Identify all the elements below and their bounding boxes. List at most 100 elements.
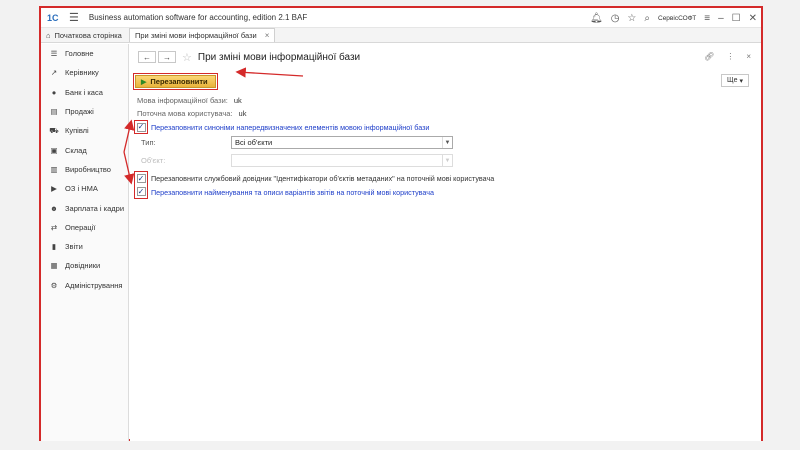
refill-synonyms-label[interactable]: Перезаповнити синоніми напередвизначених… — [151, 123, 429, 132]
tab-active-label: При зміні мови інформаційної бази — [135, 31, 257, 40]
window-title: Business automation software for account… — [88, 13, 308, 22]
tab-language-change[interactable]: При зміні мови інформаційної бази × — [129, 28, 276, 42]
forward-button[interactable]: → — [158, 51, 176, 63]
link-icon[interactable]: 🔗︎ — [704, 52, 714, 61]
sidebar-item-admin[interactable]: ⚙ Адміністрування — [41, 276, 128, 295]
user-name[interactable]: СервісСОФТ — [658, 15, 696, 22]
cart-icon: ⛟ — [49, 125, 59, 135]
object-label: Об'єкт: — [141, 156, 166, 165]
sidebar-item-assets[interactable]: ▶ ОЗ і НМА — [41, 179, 128, 198]
more-vertical-icon[interactable]: ⋮ — [726, 52, 734, 61]
object-field-row: Об'єкт: ▼ — [141, 154, 453, 167]
sidebar-item-reports[interactable]: ▮ Звіти — [41, 237, 128, 256]
store-icon: ▤ — [50, 107, 58, 117]
refill-button-label: Перезаповнити — [150, 77, 208, 86]
base-language-value: uk — [233, 96, 242, 105]
sidebar-item-label: Керівнику — [65, 68, 99, 78]
dropdown-arrow-icon: ▼ — [442, 155, 452, 166]
bar-chart-icon: ▮ — [51, 242, 57, 252]
user-language-label: Поточна мова користувача: — [137, 109, 233, 118]
sidebar-item-main[interactable]: ☰ Головне — [41, 44, 128, 63]
favorite-star-icon[interactable]: ☆ — [182, 51, 192, 64]
operations-icon: ⇄ — [50, 222, 58, 232]
check-refill-synonyms-row: ✓ Перезаповнити синоніми напередвизначен… — [134, 120, 429, 134]
sidebar-item-operations[interactable]: ⇄ Операції — [41, 218, 128, 237]
sidebar-item-manager[interactable]: ↗ Керівнику — [41, 63, 128, 82]
more-button-label: Ще — [727, 77, 738, 84]
sidebar-item-label: Адміністрування — [65, 280, 123, 290]
maximize-icon[interactable]: ☐ — [732, 13, 741, 24]
search-icon[interactable]: ⌕ — [644, 13, 650, 24]
sidebar-item-label: Звіти — [65, 242, 83, 252]
refill-metadata-label[interactable]: Перезаповнити службовий довідник "Іденти… — [151, 174, 494, 183]
refill-synonyms-checkbox[interactable]: ✓ — [136, 122, 146, 132]
tab-home[interactable]: ⌂ Початкова сторінка — [41, 28, 129, 42]
gear-icon: ⚙ — [50, 280, 58, 290]
favorites-star-icon[interactable]: ☆ — [627, 13, 636, 24]
tab-home-label: Початкова сторінка — [54, 30, 122, 40]
app-window: 1С ☰ Business automation software for ac… — [39, 6, 763, 441]
book-icon: ▦ — [50, 261, 58, 271]
title-bar: 1С ☰ Business automation software for ac… — [41, 8, 761, 28]
back-button[interactable]: ← — [138, 51, 156, 63]
arrow-left-icon: ← — [143, 52, 151, 62]
sidebar-item-label: Довідники — [65, 261, 101, 271]
sidebar-item-directories[interactable]: ▦ Довідники — [41, 256, 128, 275]
close-form-icon[interactable]: × — [746, 52, 751, 61]
settings-lines-icon[interactable]: ≡ — [704, 13, 710, 24]
refill-metadata-checkbox[interactable]: ✓ — [136, 173, 146, 183]
refill-reports-checkbox[interactable]: ✓ — [136, 186, 146, 196]
sidebar: ☰ Головне ↗ Керівнику ● Банк і каса ▤ Продаж… — [41, 44, 129, 441]
form-header-actions: 🔗︎ ⋮ × — [704, 52, 751, 61]
history-icon[interactable]: ◷ — [611, 13, 620, 24]
refill-button-highlight: ▶ Перезаповнити — [133, 73, 218, 90]
sidebar-item-label: ОЗ і НМА — [65, 184, 98, 194]
sidebar-item-sales[interactable]: ▤ Продажі — [41, 102, 128, 121]
page-title: При зміні мови інформаційної бази — [197, 51, 361, 63]
refill-reports-label[interactable]: Перезаповнити найменування та описи варі… — [151, 188, 434, 197]
checkbox-highlight: ✓ — [134, 171, 148, 185]
type-label: Тип: — [141, 138, 156, 147]
bell-icon[interactable]: 🔔︎ — [590, 13, 603, 24]
refill-button[interactable]: ▶ Перезаповнити — [135, 75, 216, 88]
sidebar-item-bank[interactable]: ● Банк і каса — [41, 83, 128, 102]
arrow-right-icon: → — [163, 52, 171, 62]
coins-icon: ● — [51, 87, 57, 97]
sidebar-item-payroll[interactable]: ☻ Зарплата і кадри — [41, 198, 128, 217]
sidebar-item-warehouse[interactable]: ▣ Склад — [41, 140, 128, 159]
sidebar-item-label: Зарплата і кадри — [65, 203, 125, 213]
sidebar-item-label: Виробництво — [65, 164, 111, 174]
home-icon: ⌂ — [46, 30, 51, 40]
user-language-row: Поточна мова користувача: uk — [137, 109, 246, 118]
truck-icon: ▶ — [51, 184, 57, 194]
box-icon: ▣ — [50, 145, 58, 155]
check-refill-reports-row: ✓ Перезаповнити найменування та описи ва… — [134, 185, 434, 199]
more-button[interactable]: Ще ▾ — [721, 74, 749, 87]
minimize-icon[interactable]: – — [718, 13, 724, 24]
app-logo: 1С — [47, 12, 59, 23]
factory-icon: ▥ — [50, 164, 58, 174]
dropdown-arrow-icon[interactable]: ▼ — [442, 137, 452, 148]
checkmark-icon: ✓ — [137, 186, 145, 196]
user-language-value: uk — [238, 109, 247, 118]
checkmark-icon: ✓ — [137, 173, 145, 183]
sidebar-item-label: Головне — [65, 49, 94, 59]
sidebar-item-production[interactable]: ▥ Виробництво — [41, 160, 128, 179]
tab-bar: ⌂ Початкова сторінка При зміні мови інфо… — [41, 28, 761, 43]
checkmark-icon: ✓ — [137, 122, 145, 131]
type-select[interactable]: Всі об'єкти ▼ — [231, 136, 453, 149]
checkbox-highlight: ✓ — [134, 185, 148, 199]
sidebar-item-label: Купівлі — [65, 126, 89, 136]
sidebar-item-purchases[interactable]: ⛟ Купівлі — [41, 121, 128, 140]
play-icon: ▶ — [141, 78, 147, 86]
sidebar-item-label: Операції — [65, 222, 96, 232]
checkbox-highlight: ✓ — [134, 120, 148, 134]
menu-icon: ☰ — [50, 49, 58, 59]
sidebar-item-label: Продажі — [65, 107, 94, 117]
form-header: ← → ☆ При зміні мови інформаційної бази — [138, 50, 360, 64]
type-field-row: Тип: Всі об'єкти ▼ — [141, 136, 453, 149]
tab-close-icon[interactable]: × — [265, 31, 270, 40]
titlebar-controls: 🔔︎ ◷ ☆ ⌕ СервісСОФТ ≡ – ☐ ✕ — [590, 8, 757, 28]
close-window-icon[interactable]: ✕ — [749, 13, 757, 24]
hamburger-menu-icon[interactable]: ☰ — [69, 11, 79, 24]
